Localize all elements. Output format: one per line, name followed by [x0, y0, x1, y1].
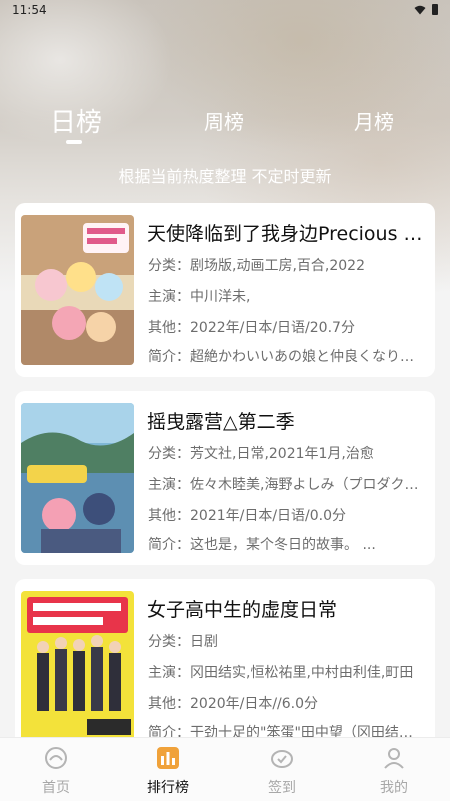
profile-icon — [384, 748, 404, 769]
status-bar: 11:54 — [0, 0, 450, 22]
ranking-card[interactable]: 摇曳露营△第二季 分类：芳文社,日常,2021年1月,治愈 主演：佐々木睦美,海… — [15, 391, 435, 565]
ranking-icon — [157, 747, 179, 769]
nav-ranking-label: 排行榜 — [147, 780, 189, 796]
item-intro: 简介：超絶かわいいあの娘と仲良くなりたい — [148, 349, 423, 365]
item-other: 其他：2020年/日本//6.0分 — [148, 696, 319, 712]
nav-home[interactable]: 首页 — [0, 738, 112, 801]
nav-home-label: 首页 — [42, 780, 70, 796]
tab-daily[interactable]: 日榜 — [50, 102, 102, 139]
item-title: 女子高中生的虚度日常 — [147, 599, 338, 621]
ranking-card[interactable]: 天使降临到了我身边Precious Friends 分类：剧场版,动画工房,百合… — [15, 203, 435, 377]
item-title: 摇曳露营△第二季 — [147, 411, 295, 433]
battery-icon — [432, 4, 438, 15]
home-icon — [45, 747, 67, 769]
item-cast: 主演：中川洋未, — [148, 289, 251, 305]
poster-image — [21, 403, 134, 553]
tab-monthly[interactable]: 月榜 — [354, 106, 394, 135]
item-category: 分类：日剧 — [148, 634, 218, 650]
nav-profile-label: 我的 — [380, 780, 408, 796]
ranking-card[interactable]: 女子高中生的虚度日常 分类：日剧 主演：冈田结实,恒松祐里,中村由利佳,町田 其… — [15, 579, 435, 753]
checkin-icon — [271, 750, 293, 768]
item-cast: 主演：冈田结实,恒松祐里,中村由利佳,町田 — [148, 665, 414, 681]
ranking-subtitle: 根据当前热度整理 不定时更新 — [118, 167, 332, 186]
item-other: 其他：2022年/日本/日语/20.7分 — [148, 320, 355, 336]
item-title: 天使降临到了我身边Precious Friends — [147, 223, 425, 245]
wifi-icon — [414, 5, 426, 14]
item-intro: 简介：这也是，某个冬日的故事。 ... — [148, 537, 376, 553]
nav-ranking[interactable]: 排行榜 — [112, 738, 224, 801]
poster-image — [21, 215, 134, 365]
nav-checkin-label: 签到 — [268, 780, 296, 796]
item-category: 分类：剧场版,动画工房,百合,2022 — [148, 258, 365, 274]
item-other: 其他：2021年/日本/日语/0.0分 — [148, 508, 347, 524]
tab-weekly[interactable]: 周榜 — [204, 106, 244, 135]
bottom-nav: 首页 排行榜 签到 我的 — [0, 737, 450, 801]
item-cast: 主演：佐々木睦美,海野よしみ（プロダクション） — [148, 477, 423, 493]
nav-profile[interactable]: 我的 — [338, 738, 450, 801]
poster-image — [21, 591, 134, 741]
tab-active-indicator — [66, 140, 82, 144]
nav-checkin[interactable]: 签到 — [226, 738, 338, 801]
status-time: 11:54 — [12, 3, 47, 17]
item-category: 分类：芳文社,日常,2021年1月,治愈 — [148, 446, 374, 462]
